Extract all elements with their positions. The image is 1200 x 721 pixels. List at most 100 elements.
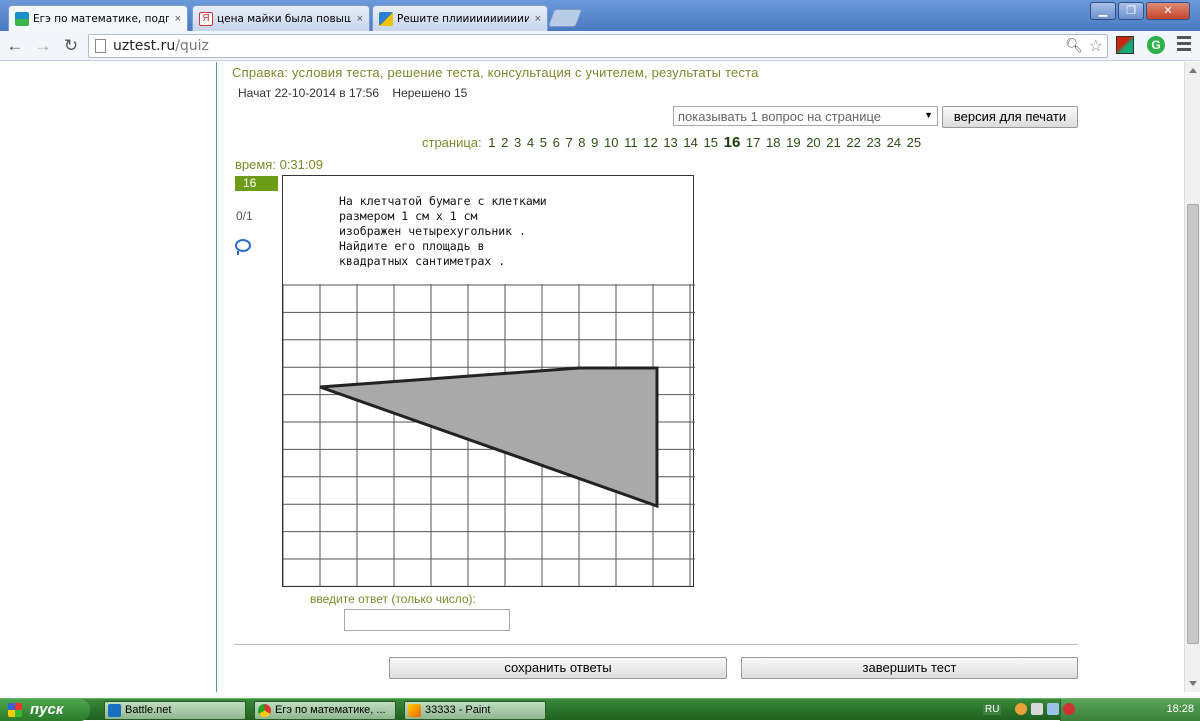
taskbar-item-label: 33333 - Paint — [425, 704, 491, 716]
back-icon[interactable]: ← — [4, 35, 26, 57]
page-link-21[interactable]: 21 — [826, 135, 840, 150]
page-link-10[interactable]: 10 — [604, 135, 618, 150]
timer: время: 0:31:09 — [235, 157, 323, 172]
url-path: /quiz — [175, 38, 209, 54]
page-icon — [95, 39, 106, 53]
page-link-16[interactable]: 16 — [724, 134, 741, 151]
extension-icon[interactable] — [1116, 36, 1134, 54]
tab-label: Егэ по математике, подгот — [33, 13, 169, 25]
page-link-7[interactable]: 7 — [565, 135, 572, 150]
page-link-12[interactable]: 12 — [643, 135, 657, 150]
page-link-18[interactable]: 18 — [766, 135, 780, 150]
browser-toolbar: ← → ↻ uztest.ru/quiz 🔍︎ ☆ — [0, 31, 1200, 61]
page-link-1[interactable]: 1 — [488, 135, 495, 150]
system-tray: RU 18:28 — [983, 699, 1200, 721]
help-links[interactable]: условия теста, решение теста, консультац… — [292, 65, 759, 80]
taskbar-item-battlenet[interactable]: Battle.net — [104, 701, 246, 720]
close-tab-icon[interactable]: × — [535, 13, 541, 25]
forward-icon[interactable]: → — [32, 35, 54, 57]
tray-arrow-icon[interactable] — [1015, 703, 1027, 715]
page-link-14[interactable]: 14 — [683, 135, 697, 150]
chrome-menu-icon[interactable] — [1177, 36, 1191, 52]
page-link-6[interactable]: 6 — [553, 135, 560, 150]
page-link-17[interactable]: 17 — [746, 135, 760, 150]
page-link-3[interactable]: 3 — [514, 135, 521, 150]
page-link-2[interactable]: 2 — [501, 135, 508, 150]
quadrilateral-shape — [319, 366, 659, 509]
print-version-button[interactable]: версия для печати — [942, 106, 1078, 128]
page-link-9[interactable]: 9 — [591, 135, 598, 150]
address-bar[interactable]: uztest.ru/quiz 🔍︎ ☆ — [88, 34, 1108, 58]
windows-flag-icon — [8, 703, 22, 717]
tab-uztest[interactable]: Егэ по математике, подгот × — [8, 5, 188, 32]
taskbar-item-label: Battle.net — [125, 704, 172, 716]
question-score: 0/1 — [236, 209, 253, 223]
page-link-11[interactable]: 11 — [624, 135, 638, 150]
pagination-label: страница: — [422, 135, 482, 150]
grid-figure — [283, 284, 695, 586]
maximize-icon[interactable]: ❐ — [1118, 2, 1144, 20]
help-line: Справка: условия теста, решение теста, к… — [232, 65, 759, 80]
page-link-13[interactable]: 13 — [663, 135, 677, 150]
page-link-23[interactable]: 23 — [866, 135, 880, 150]
url-host: uztest.ru — [113, 38, 176, 54]
help-label: Справка: — [232, 65, 289, 80]
chrome-icon — [258, 704, 271, 717]
per-page-select-value: показывать 1 вопрос на странице — [678, 109, 882, 124]
scroll-down-icon[interactable] — [1189, 681, 1197, 686]
antivirus-icon[interactable] — [1063, 703, 1075, 715]
url-text: uztest.ru/quiz — [113, 38, 209, 54]
clock: 18:28 — [1166, 703, 1194, 715]
taskbar-item-paint[interactable]: 33333 - Paint — [404, 701, 546, 720]
page-link-5[interactable]: 5 — [540, 135, 547, 150]
close-tab-icon[interactable]: × — [357, 13, 363, 25]
comment-bubble-icon[interactable] — [235, 239, 251, 255]
bookmark-star-icon[interactable]: ☆ — [1089, 36, 1103, 56]
battlenet-icon — [108, 704, 121, 717]
page-link-22[interactable]: 22 — [846, 135, 860, 150]
tab-znanija[interactable]: Решите плиииииииииииих × — [372, 5, 548, 31]
finish-test-button[interactable]: завершить тест — [741, 657, 1078, 679]
scroll-thumb[interactable] — [1187, 204, 1199, 644]
window-controls: ▁ ❐ ✕ — [1090, 2, 1190, 20]
per-page-select[interactable]: показывать 1 вопрос на странице ▼ — [673, 106, 938, 126]
page-link-20[interactable]: 20 — [806, 135, 820, 150]
started-text: Начат 22-10-2014 в 17:56 — [238, 86, 380, 100]
volume-icon[interactable] — [1047, 703, 1059, 715]
language-indicator[interactable]: RU — [983, 704, 1002, 715]
close-window-icon[interactable]: ✕ — [1146, 2, 1190, 20]
network-icon[interactable] — [1031, 703, 1043, 715]
test-status: Начат 22-10-2014 в 17:56 Нерешено 15 — [238, 86, 467, 100]
page-link-8[interactable]: 8 — [578, 135, 585, 150]
save-answers-button[interactable]: сохранить ответы — [389, 657, 727, 679]
reload-icon[interactable]: ↻ — [60, 35, 82, 57]
task-text: На клетчатой бумаге с клетками размером … — [339, 194, 547, 268]
start-button[interactable]: пуск — [0, 699, 90, 721]
page-link-25[interactable]: 25 — [907, 135, 921, 150]
page-scrollbar[interactable] — [1184, 62, 1200, 692]
page-link-15[interactable]: 15 — [704, 135, 718, 150]
zoom-icon[interactable]: 🔍︎ — [1065, 37, 1083, 54]
dropdown-arrow-icon: ▼ — [924, 110, 933, 120]
close-tab-icon[interactable]: × — [175, 13, 181, 25]
divider — [234, 644, 1078, 645]
new-tab-button[interactable] — [547, 9, 583, 27]
taskbar-item-chrome[interactable]: Егэ по математике, ... — [254, 701, 396, 720]
tab-label: Решите плиииииииииииих — [397, 12, 529, 25]
tab-label: цена майки была повышен — [217, 12, 351, 25]
answer-input[interactable] — [344, 609, 510, 631]
yandex-favicon-icon: Я — [199, 11, 213, 26]
page-link-4[interactable]: 4 — [527, 135, 534, 150]
tab-yandex[interactable]: Я цена майки была повышен × — [192, 5, 370, 31]
grammarly-icon[interactable]: G — [1147, 36, 1165, 54]
task-image: На клетчатой бумаге с клетками размером … — [282, 175, 695, 587]
pagination: страница: 1 2 3 4 5 6 7 8 9 10 11 12 13 … — [422, 134, 922, 151]
scroll-up-icon[interactable] — [1189, 68, 1197, 73]
answer-label: введите ответ (только число): — [310, 592, 476, 606]
taskbar-item-label: Егэ по математике, ... — [275, 704, 386, 716]
question-number-badge: 16 — [235, 176, 278, 191]
page-link-24[interactable]: 24 — [887, 135, 901, 150]
page-link-19[interactable]: 19 — [786, 135, 800, 150]
minimize-icon[interactable]: ▁ — [1090, 2, 1116, 20]
uztest-favicon-icon — [15, 12, 29, 26]
